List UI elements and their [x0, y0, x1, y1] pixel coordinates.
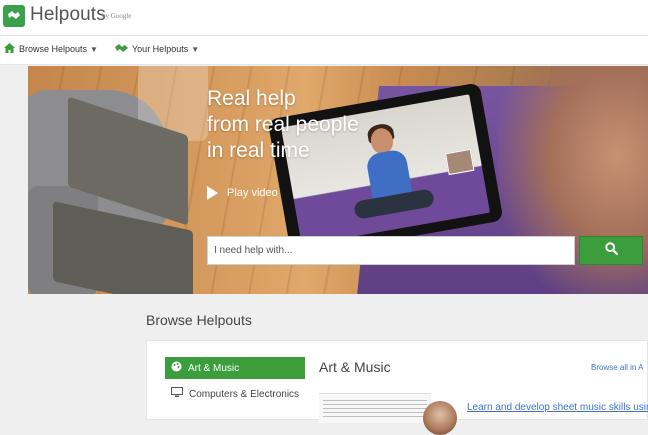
play-video-button[interactable]: Play video [207, 186, 278, 200]
browse-all-link[interactable]: Browse all in A [591, 363, 643, 372]
category-label: Computers & Electronics [189, 388, 300, 400]
browse-panel: Art & Music Computers & Electronics Art … [146, 340, 648, 435]
helpouts-hands-icon [115, 43, 128, 55]
chevron-down-icon: ▼ [191, 44, 200, 54]
search-icon [604, 241, 618, 260]
help-search-input[interactable] [207, 236, 575, 265]
play-icon [207, 186, 218, 200]
category-list: Art & Music Computers & Electronics [165, 357, 305, 409]
help-search [207, 236, 646, 266]
hero-headline: Real help from real people in real time [207, 86, 359, 164]
avatar[interactable] [423, 401, 457, 435]
monitor-icon [171, 387, 183, 401]
top-bar: Helpouts by Google [0, 0, 648, 36]
hero-headline-line-3: in real time [207, 139, 310, 162]
featured-helpout-link[interactable]: Learn and develop sheet music skills usi… [467, 402, 648, 413]
hero-headline-line-1: Real help [207, 87, 296, 110]
nav-your-helpouts[interactable]: Your Helpouts ▼ [115, 43, 199, 55]
home-icon [4, 43, 15, 55]
category-heading: Art & Music [319, 359, 391, 375]
hero-headline-line-2: from real people [207, 113, 359, 136]
nav-browse-label: Browse Helpouts [19, 44, 88, 54]
app-title[interactable]: Helpouts [30, 4, 106, 26]
video-pip-thumbnail [445, 148, 475, 176]
nav-your-label: Your Helpouts [132, 44, 189, 54]
app-byline: by Google [102, 12, 132, 20]
palette-icon [171, 361, 182, 375]
sheet-music-lines [323, 400, 427, 418]
chevron-down-icon: ▼ [90, 44, 98, 54]
category-label: Art & Music [188, 362, 240, 374]
category-computers-electronics[interactable]: Computers & Electronics [165, 383, 305, 405]
search-button[interactable] [579, 236, 643, 265]
play-video-label: Play video [227, 187, 278, 199]
hero-banner: Real help from real people in real time … [28, 66, 648, 294]
nav-bar: Browse Helpouts ▼ Your Helpouts ▼ [0, 36, 648, 65]
sheet-music-thumbnail[interactable] [319, 393, 431, 423]
nav-browse-helpouts[interactable]: Browse Helpouts ▼ [4, 43, 98, 55]
category-art-music[interactable]: Art & Music [165, 357, 305, 379]
helpouts-logo-icon[interactable] [3, 5, 25, 27]
browse-section-title: Browse Helpouts [146, 312, 252, 328]
